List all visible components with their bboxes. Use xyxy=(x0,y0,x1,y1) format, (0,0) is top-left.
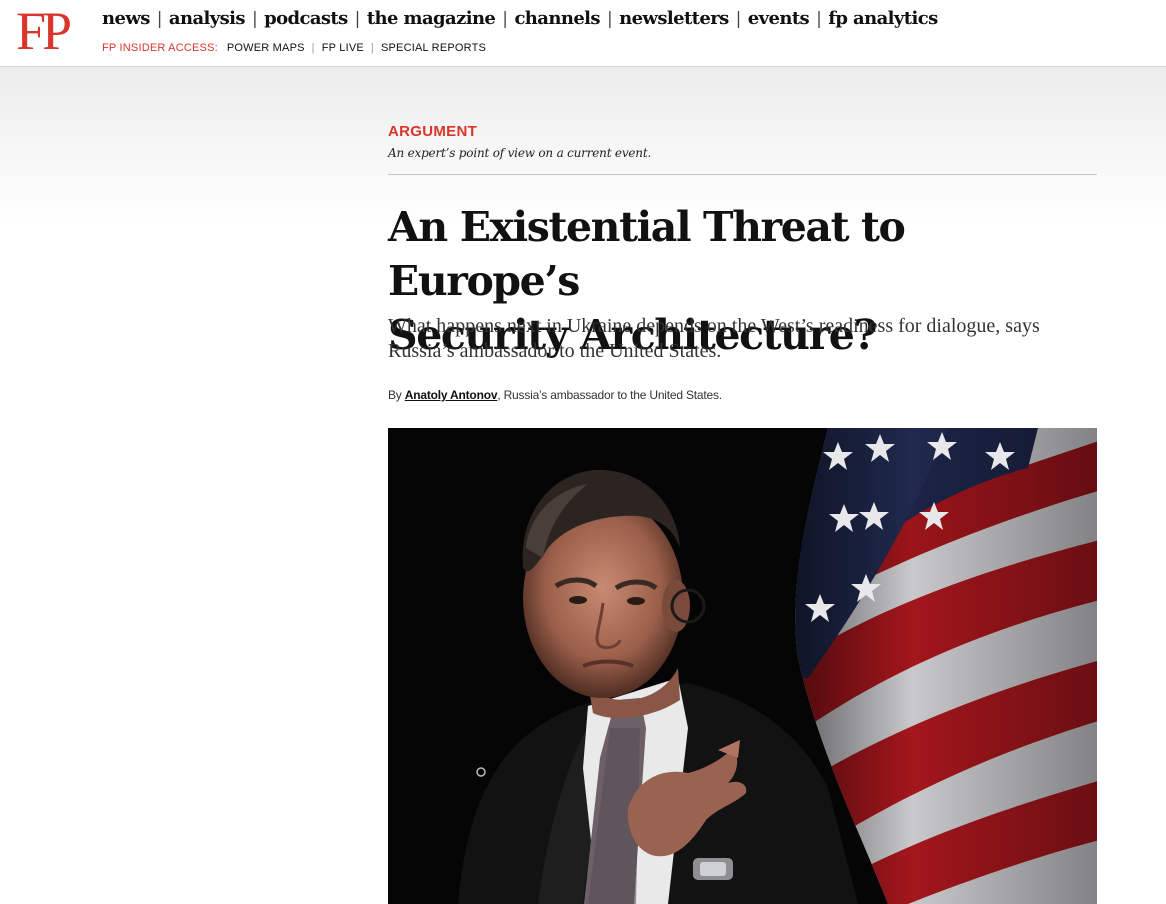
nav-separator: | xyxy=(370,42,374,54)
nav-the-magazine[interactable]: the magazine xyxy=(367,8,496,29)
hero-photo xyxy=(388,428,1097,904)
nav-channels[interactable]: channels xyxy=(514,8,600,29)
insider-access-label: FP INSIDER ACCESS: xyxy=(102,42,218,54)
nav-fp-analytics[interactable]: fp analytics xyxy=(828,8,938,29)
site-header: FP news | analysis | podcasts | the maga… xyxy=(0,0,1166,67)
nav-news[interactable]: news xyxy=(102,8,150,29)
author-link[interactable]: Anatoly Antonov xyxy=(405,388,498,402)
nav-separator: | xyxy=(816,8,822,29)
nav-separator: | xyxy=(735,8,742,29)
byline: By Anatoly Antonov, Russia’s ambassador … xyxy=(388,388,722,402)
primary-nav: news | analysis | podcasts | the magazin… xyxy=(102,8,938,29)
nav-newsletters[interactable]: newsletters xyxy=(619,8,729,29)
nav-fp-live[interactable]: FP LIVE xyxy=(322,42,364,54)
nav-separator: | xyxy=(354,8,361,29)
byline-prefix: By xyxy=(388,388,405,402)
fp-logo[interactable]: FP xyxy=(16,4,72,58)
nav-power-maps[interactable]: POWER MAPS xyxy=(227,42,305,54)
headline-line-1: An Existential Threat to Europe’s xyxy=(388,203,906,305)
nav-separator: | xyxy=(606,8,613,29)
nav-separator: | xyxy=(311,42,315,54)
kicker-description: An expert’s point of view on a current e… xyxy=(388,146,652,160)
article-dek: What happens next in Ukraine depends on … xyxy=(388,315,1040,362)
hero-photo-illustration xyxy=(388,428,1097,904)
nav-podcasts[interactable]: podcasts xyxy=(264,8,348,29)
article-kicker[interactable]: ARGUMENT xyxy=(388,123,477,140)
nav-separator: | xyxy=(502,8,508,29)
nav-analysis[interactable]: analysis xyxy=(169,8,246,29)
author-role: , Russia’s ambassador to the United Stat… xyxy=(497,388,722,402)
nav-special-reports[interactable]: SPECIAL REPORTS xyxy=(381,42,486,54)
secondary-nav: FP INSIDER ACCESS: POWER MAPS | FP LIVE … xyxy=(102,42,486,54)
nav-separator: | xyxy=(251,8,258,29)
divider xyxy=(388,174,1097,175)
nav-separator: | xyxy=(156,8,163,29)
nav-events[interactable]: events xyxy=(748,8,810,29)
